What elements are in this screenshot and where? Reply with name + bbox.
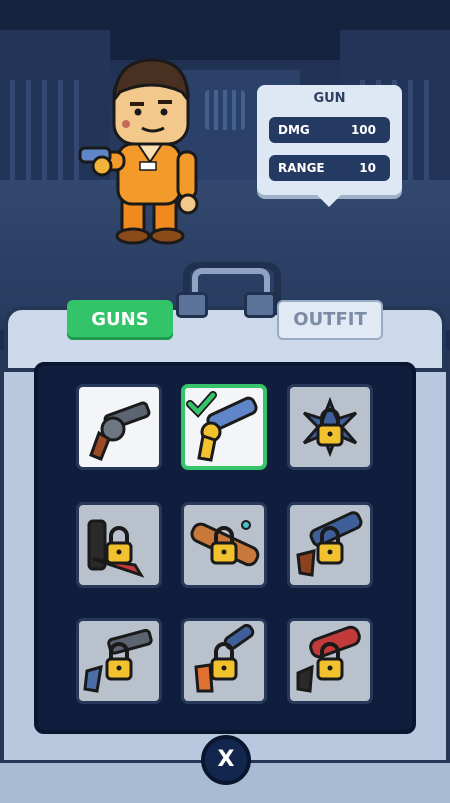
stat-row-damage: DMG 100 bbox=[269, 117, 390, 143]
selected-check-icon bbox=[186, 391, 217, 418]
stat-value: 10 bbox=[359, 161, 376, 175]
weapon-slot-shuriken[interactable] bbox=[287, 384, 373, 470]
weapon-slot-blunderbuss[interactable] bbox=[287, 502, 373, 588]
revolver-icon bbox=[89, 401, 151, 461]
weapon-slot-revolver[interactable] bbox=[76, 384, 162, 470]
weapon-slot-bazooka[interactable] bbox=[181, 502, 267, 588]
tab-outfit[interactable]: OUTFIT bbox=[277, 300, 383, 340]
tab-guns[interactable]: GUNS bbox=[67, 300, 173, 340]
weapon-slot-chainsaw[interactable] bbox=[76, 502, 162, 588]
flamethrower-icon bbox=[296, 625, 361, 693]
spiked-pistol-icon bbox=[194, 623, 255, 693]
weapon-slot-heavy-revolver[interactable] bbox=[76, 618, 162, 704]
weapon-slot-golden-pistol[interactable] bbox=[181, 384, 267, 470]
stat-label: DMG bbox=[278, 123, 310, 137]
weapon-slot-spiked-pistol[interactable] bbox=[181, 618, 267, 704]
briefcase-clasp-right bbox=[244, 292, 276, 318]
close-button[interactable]: X bbox=[201, 735, 251, 785]
blunderbuss-icon bbox=[296, 511, 363, 577]
weapon-stats-card: GUN DMG 100 RANGE 10 bbox=[257, 85, 402, 207]
weapon-slot-flamethrower[interactable] bbox=[287, 618, 373, 704]
stats-title: GUN bbox=[313, 91, 346, 106]
shuriken-icon bbox=[302, 396, 358, 458]
briefcase-clasp-left bbox=[176, 292, 208, 318]
stat-row-range: RANGE 10 bbox=[269, 155, 390, 181]
stat-label: RANGE bbox=[278, 161, 325, 175]
stat-value: 100 bbox=[350, 123, 376, 137]
chainsaw-icon bbox=[87, 519, 145, 578]
prisoner-character bbox=[78, 58, 199, 245]
bazooka-icon bbox=[190, 520, 260, 567]
heavy-revolver-icon bbox=[83, 628, 153, 693]
